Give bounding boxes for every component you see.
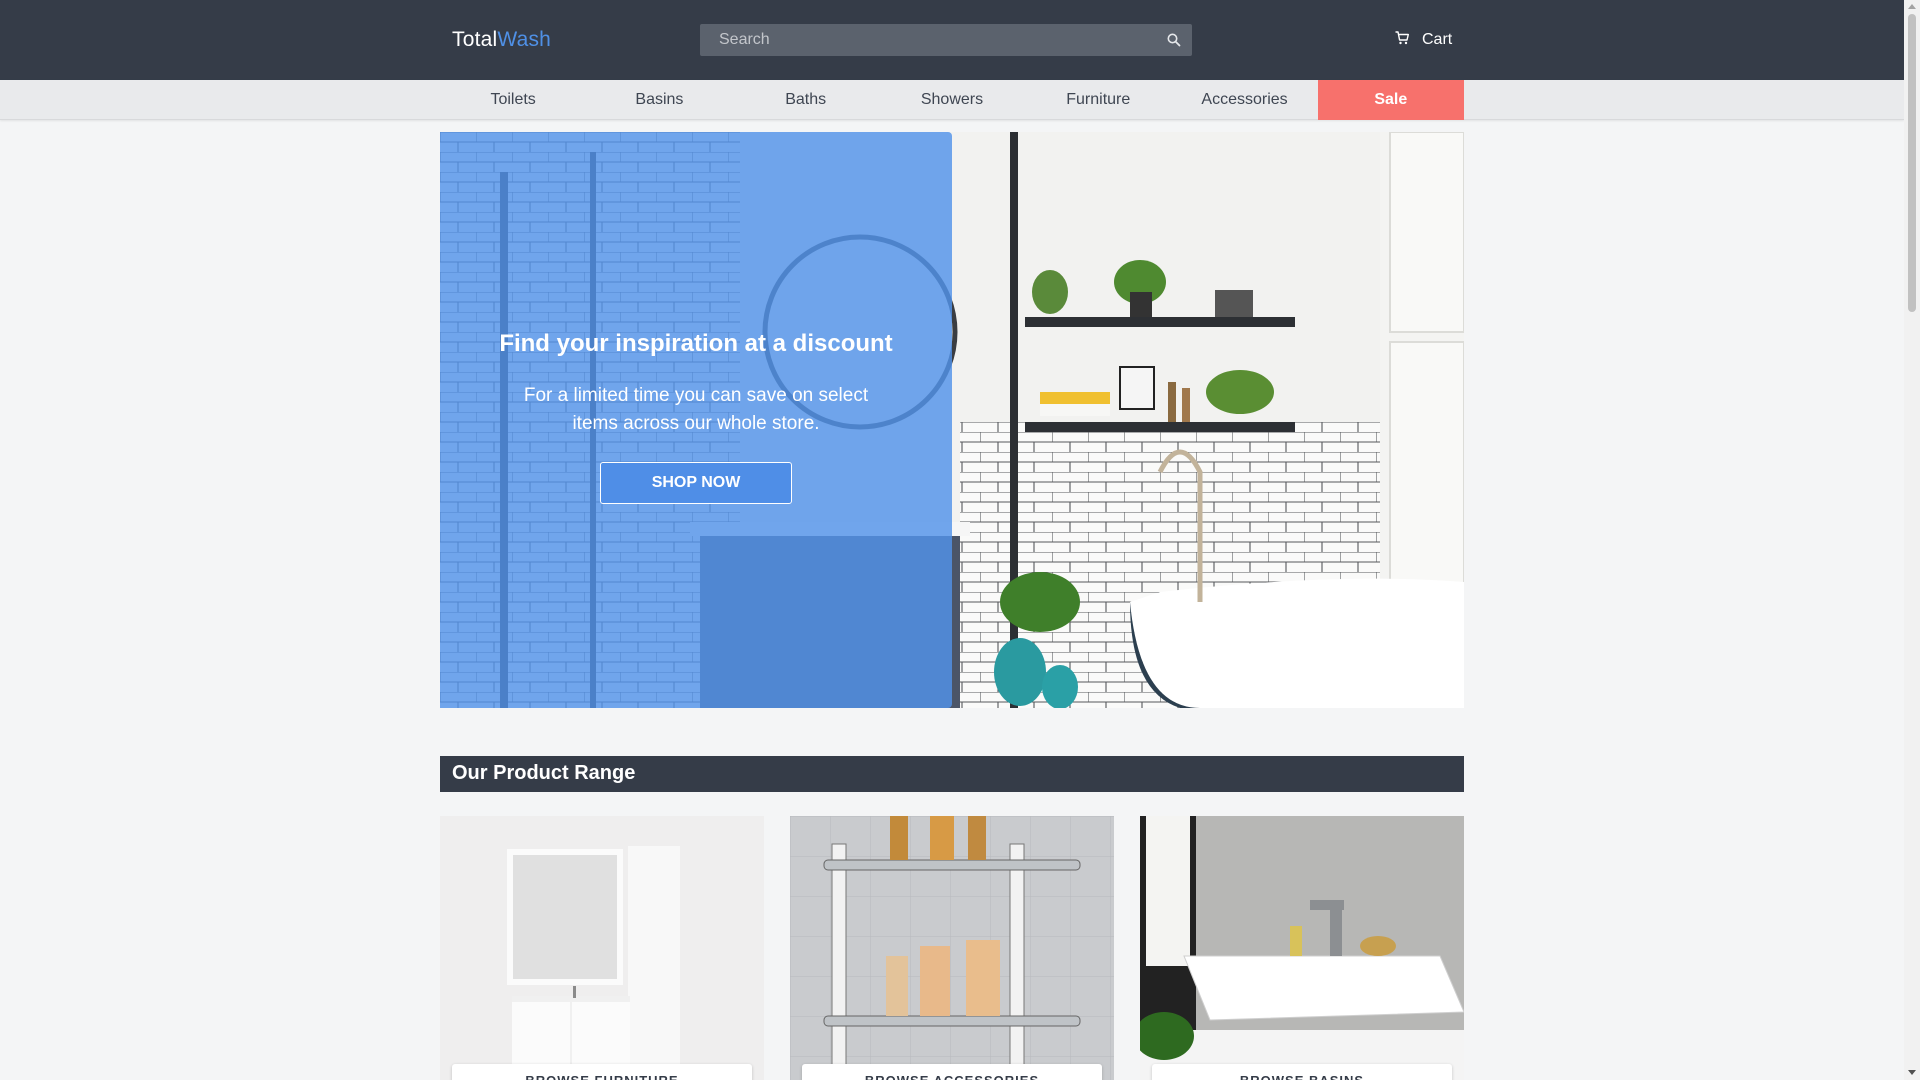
scroll-thumb[interactable]	[1908, 14, 1916, 312]
product-card-basins[interactable]: BROWSE BASINS	[1140, 816, 1464, 1080]
basins-image	[1140, 816, 1464, 1080]
product-card-accessories[interactable]: BROWSE ACCESSORIES	[790, 816, 1114, 1080]
scroll-down-icon[interactable]	[1908, 1070, 1916, 1075]
nav-item-furniture[interactable]: Furniture	[1025, 80, 1171, 120]
logo-text-primary: Total	[452, 28, 498, 51]
category-nav: Toilets Basins Baths Showers Furniture A…	[0, 80, 1904, 120]
cart-icon	[1394, 30, 1410, 51]
hero-title: Find your inspiration at a discount	[499, 330, 893, 357]
section-heading: Our Product Range	[440, 756, 1464, 792]
scroll-up-icon[interactable]	[1908, 4, 1916, 9]
nav-item-accessories[interactable]: Accessories	[1171, 80, 1317, 120]
hero-subtitle: For a limited time you can save on selec…	[523, 385, 869, 434]
search-input[interactable]	[700, 24, 1192, 56]
nav-item-baths[interactable]: Baths	[733, 80, 879, 120]
cart-label: Cart	[1422, 31, 1453, 48]
shop-now-button[interactable]: SHOP NOW	[600, 462, 792, 504]
nav-item-sale[interactable]: Sale	[1317, 80, 1464, 120]
logo-text-accent: Wash	[497, 28, 552, 51]
card-label-accessories: BROWSE ACCESSORIES	[802, 1064, 1102, 1080]
search-icon[interactable]	[1166, 32, 1182, 48]
search-bar	[700, 24, 1192, 56]
furniture-image	[440, 816, 764, 1080]
nav-item-basins[interactable]: Basins	[586, 80, 732, 120]
hero-banner: Find your inspiration at a discount For …	[440, 132, 1464, 708]
page-scrollbar[interactable]	[1904, 0, 1920, 1080]
accessories-image	[790, 816, 1114, 1080]
cart-button[interactable]: Cart	[1394, 29, 1452, 51]
site-logo[interactable]: TotalWash	[452, 28, 551, 52]
card-label-basins: BROWSE BASINS	[1152, 1064, 1452, 1080]
site-header: TotalWash Cart	[0, 0, 1904, 80]
card-label-furniture: BROWSE FURNITURE	[452, 1064, 752, 1080]
product-card-furniture[interactable]: BROWSE FURNITURE	[440, 816, 764, 1080]
nav-item-toilets[interactable]: Toilets	[440, 80, 586, 120]
hero-content: Find your inspiration at a discount For …	[440, 330, 952, 504]
nav-item-showers[interactable]: Showers	[879, 80, 1025, 120]
product-range: BROWSE FURNITURE BROWSE ACCESSORIES	[440, 816, 1464, 1080]
